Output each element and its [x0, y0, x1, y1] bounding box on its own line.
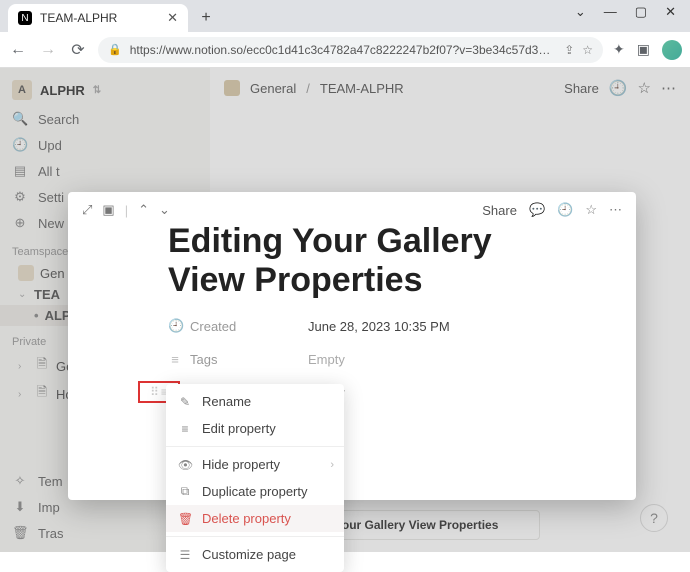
clock-icon[interactable]: 🕘	[557, 202, 573, 218]
property-context-menu: ✎Rename ≡Edit property 👁Hide property› ⧉…	[166, 384, 344, 572]
more-icon[interactable]: ⋯	[609, 202, 622, 218]
divider: |	[125, 203, 128, 218]
lock-icon: 🔒	[108, 43, 122, 56]
new-tab-button[interactable]: +	[194, 6, 218, 30]
reload-icon[interactable]: ⟳	[68, 40, 88, 60]
browser-tab[interactable]: N TEAM-ALPHR ✕	[8, 4, 188, 32]
star-icon[interactable]: ☆	[585, 202, 597, 218]
close-tab-icon[interactable]: ✕	[167, 10, 178, 26]
notion-app: A ALPHR ⇅ 🔍Search 🕘Upd ▤All t ⚙Setti ⊕Ne…	[0, 68, 690, 552]
browser-address-bar: ← → ⟳ 🔒 https://www.notion.so/ecc0c1d41c…	[0, 32, 690, 68]
menu-item-hide-property[interactable]: 👁Hide property›	[166, 451, 344, 478]
extension-square-icon[interactable]: ▣	[637, 41, 650, 58]
list-icon: ≡	[168, 352, 182, 367]
share-url-icon[interactable]: ⇪	[564, 43, 574, 57]
menu-item-customize-page[interactable]: ☰Customize page	[166, 541, 344, 568]
edit-icon: ≡	[178, 422, 192, 436]
trash-icon: 🗑	[178, 512, 192, 526]
tab-title: TEAM-ALPHR	[40, 11, 117, 25]
duplicate-icon: ⧉	[178, 484, 192, 499]
notion-favicon: N	[18, 11, 32, 25]
comment-icon[interactable]: 💬	[529, 202, 545, 218]
property-row-tags[interactable]: ≡Tags Empty	[168, 352, 536, 367]
eye-icon: 👁	[178, 458, 192, 472]
property-row-created[interactable]: 🕘Created June 28, 2023 10:35 PM	[168, 318, 536, 334]
nav-down-icon[interactable]: ⌄	[159, 202, 170, 218]
minimize-icon[interactable]: —	[604, 4, 617, 20]
drag-handle-icon[interactable]: ⠿	[150, 385, 157, 399]
clock-icon: 🕘	[168, 318, 182, 334]
menu-item-delete-property[interactable]: 🗑Delete property	[166, 505, 344, 532]
menu-item-rename[interactable]: ✎Rename	[166, 388, 344, 415]
property-value: Empty	[308, 352, 345, 367]
expand-icon[interactable]: ⤢	[82, 202, 92, 218]
modal-share-button[interactable]: Share	[482, 203, 517, 218]
customize-icon: ☰	[178, 548, 192, 562]
profile-avatar[interactable]	[662, 40, 682, 60]
chevron-right-icon: ›	[330, 459, 334, 471]
menu-item-edit-property[interactable]: ≡Edit property	[166, 415, 344, 442]
url-input[interactable]: 🔒 https://www.notion.so/ecc0c1d41c3c4782…	[98, 37, 603, 63]
url-text: https://www.notion.so/ecc0c1d41c3c4782a4…	[130, 43, 557, 57]
rename-icon: ✎	[178, 395, 192, 409]
browser-titlebar: N TEAM-ALPHR ✕ + ⌄ — ▢ ✕	[0, 0, 690, 32]
close-window-icon[interactable]: ✕	[665, 4, 676, 20]
menu-separator	[166, 446, 344, 447]
peek-mode-icon[interactable]: ▣	[102, 202, 114, 218]
page-title[interactable]: Editing Your Gallery View Properties	[168, 222, 536, 300]
chevron-down-icon[interactable]: ⌄	[575, 4, 586, 20]
forward-icon[interactable]: →	[38, 41, 58, 59]
menu-separator	[166, 536, 344, 537]
back-icon[interactable]: ←	[8, 41, 28, 59]
star-url-icon[interactable]: ☆	[582, 43, 593, 57]
extensions-icon[interactable]: ✦	[613, 41, 625, 58]
window-controls: ⌄ — ▢ ✕	[575, 0, 690, 20]
page-modal: ⤢ ▣ | ⌃ ⌄ Share 💬 🕘 ☆ ⋯ Editing Your Gal…	[68, 192, 636, 500]
property-value: June 28, 2023 10:35 PM	[308, 319, 450, 334]
nav-up-icon[interactable]: ⌃	[138, 202, 149, 218]
maximize-icon[interactable]: ▢	[635, 4, 647, 20]
menu-item-duplicate-property[interactable]: ⧉Duplicate property	[166, 478, 344, 505]
